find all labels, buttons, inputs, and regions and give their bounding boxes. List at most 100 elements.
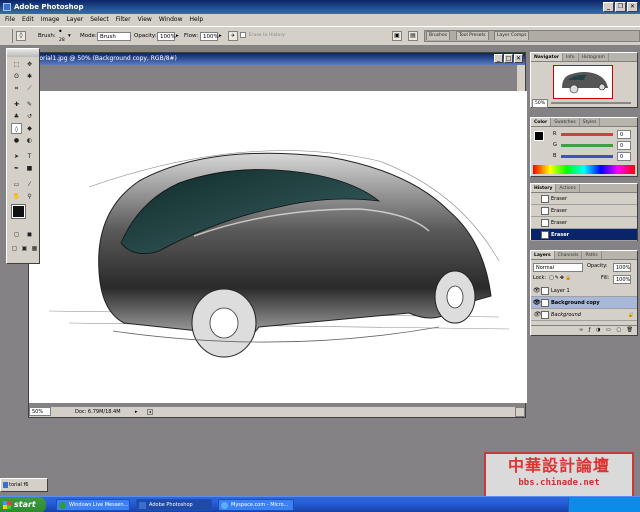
channel-g-slider[interactable] <box>561 144 613 147</box>
opacity-slider-icon[interactable]: ▸ <box>176 27 179 45</box>
history-item[interactable]: Eraser <box>531 205 637 217</box>
palette-toggle-icon[interactable]: ▤ <box>408 31 418 41</box>
menu-file[interactable]: File <box>5 14 15 26</box>
color-fg-swatch[interactable] <box>534 131 544 141</box>
history-item[interactable]: Eraser <box>531 217 637 229</box>
path-selection-tool-icon[interactable]: ➤ <box>11 151 22 162</box>
image-canvas[interactable] <box>29 91 527 403</box>
brush-dropdown-icon[interactable]: ▾ <box>68 27 71 45</box>
history-item[interactable]: Eraser <box>531 193 637 205</box>
lasso-tool-icon[interactable]: ʘ <box>11 71 22 82</box>
close-icon[interactable]: ✕ <box>627 2 638 12</box>
magic-wand-tool-icon[interactable]: ✱ <box>24 71 35 82</box>
pen-tool-icon[interactable]: ✒ <box>11 163 22 174</box>
visibility-eye-icon[interactable]: 👁 <box>533 311 541 318</box>
blend-mode-select[interactable]: Normal <box>533 263 583 272</box>
tab-info[interactable]: Info <box>563 53 579 61</box>
history-item-current[interactable]: Eraser <box>531 229 637 241</box>
doc-maximize-icon[interactable]: □ <box>504 54 513 63</box>
slice-tool-icon[interactable]: ⟋ <box>24 83 35 94</box>
visibility-eye-icon[interactable]: 👁 <box>533 299 541 306</box>
vertical-scrollbar[interactable] <box>517 65 525 91</box>
minimize-icon[interactable]: _ <box>603 2 614 12</box>
channel-b-value[interactable]: 0 <box>617 152 631 161</box>
taskbar-button-messenger[interactable]: Windows Live Messen... <box>56 499 130 511</box>
well-tab-brushes[interactable]: Brushes <box>426 31 451 40</box>
standard-mode-icon[interactable]: ◻ <box>11 229 22 240</box>
flow-input[interactable]: 100% <box>200 32 219 41</box>
scroll-left-icon[interactable]: ◂ <box>147 409 153 415</box>
navigator-thumbnail[interactable] <box>553 65 613 99</box>
blur-tool-icon[interactable]: ● <box>11 135 22 146</box>
move-tool-icon[interactable]: ✥ <box>24 59 35 70</box>
tab-channels[interactable]: Channels <box>555 251 583 259</box>
fill-input[interactable]: 100% <box>613 275 631 284</box>
history-brush-tool-icon[interactable]: ↺ <box>24 111 35 122</box>
airbrush-icon[interactable]: ✈ <box>228 31 238 41</box>
tab-actions[interactable]: Actions <box>556 184 580 192</box>
well-tab-layer-comps[interactable]: Layer Comps <box>494 31 530 40</box>
shape-tool-icon[interactable]: ■ <box>24 163 35 174</box>
menu-image[interactable]: Image <box>41 14 60 26</box>
tab-color[interactable]: Color <box>531 118 552 126</box>
menu-layer[interactable]: Layer <box>66 14 83 26</box>
zoom-level[interactable]: 50% <box>29 407 51 416</box>
tab-swatches[interactable]: Swatches <box>551 118 580 126</box>
visibility-eye-icon[interactable]: 👁 <box>533 287 541 294</box>
minimized-document[interactable]: torial f6 <box>0 478 48 492</box>
brush-tool-icon[interactable]: ✎ <box>24 99 35 110</box>
erase-history-checkbox[interactable] <box>240 32 246 38</box>
doc-minimize-icon[interactable]: _ <box>494 54 503 63</box>
menu-select[interactable]: Select <box>90 14 109 26</box>
color-ramp[interactable] <box>533 165 635 174</box>
lock-options-icon[interactable]: ▢✎✥🔒 <box>549 275 572 281</box>
channel-g-value[interactable]: 0 <box>617 141 631 150</box>
tab-styles[interactable]: Styles <box>580 118 601 126</box>
taskbar-button-browser[interactable]: Myspace.com - Micro... <box>218 499 294 511</box>
menu-view[interactable]: View <box>138 14 152 26</box>
tab-layers[interactable]: Layers <box>531 251 555 259</box>
doc-close-icon[interactable]: ✕ <box>514 54 523 63</box>
menu-help[interactable]: Help <box>190 14 204 26</box>
hand-tool-icon[interactable]: ✋ <box>11 191 22 202</box>
tab-paths[interactable]: Paths <box>582 251 602 259</box>
tab-history[interactable]: History <box>531 184 557 192</box>
resize-grip-icon[interactable] <box>515 407 525 417</box>
file-browser-icon[interactable]: ▣ <box>392 31 402 41</box>
channel-b-slider[interactable] <box>561 155 613 158</box>
mode-select[interactable]: Brush <box>97 32 131 41</box>
flow-slider-icon[interactable]: ▸ <box>219 27 222 45</box>
menu-edit[interactable]: Edit <box>22 14 34 26</box>
eraser-tool-preset-icon[interactable]: ◊ <box>16 31 26 41</box>
layer-row-active[interactable]: 👁 Background copy <box>531 297 637 309</box>
layer-row[interactable]: 👁 Layer 1 <box>531 285 637 297</box>
well-tab-tool-presets[interactable]: Tool Presets <box>456 31 489 40</box>
tab-navigator[interactable]: Navigator <box>531 53 563 61</box>
marquee-tool-icon[interactable]: ⬚ <box>11 59 22 70</box>
quick-mask-icon[interactable]: ◼ <box>24 229 35 240</box>
type-tool-icon[interactable]: T <box>24 151 35 162</box>
layer-row[interactable]: 👁 Background 🔒 <box>531 309 637 321</box>
tab-histogram[interactable]: Histogram <box>579 53 609 61</box>
layers-footer-icons[interactable]: ∞ ƒ ◑ ▭ ▢ 🗑 <box>531 325 637 335</box>
eraser-tool-icon[interactable]: ◊ <box>11 123 22 134</box>
menu-window[interactable]: Window <box>159 14 183 26</box>
opacity-input[interactable]: 100% <box>157 32 176 41</box>
screen-mode-3-icon[interactable]: ▦ <box>29 243 40 254</box>
notes-tool-icon[interactable]: ▭ <box>11 179 22 190</box>
paint-bucket-tool-icon[interactable]: ◆ <box>24 123 35 134</box>
layers-opacity-input[interactable]: 100% <box>613 263 631 272</box>
foreground-color-swatch[interactable] <box>11 204 26 219</box>
healing-brush-tool-icon[interactable]: ✚ <box>11 99 22 110</box>
crop-tool-icon[interactable]: ⌗ <box>11 83 22 94</box>
eyedropper-tool-icon[interactable]: ⁄ <box>24 179 35 190</box>
taskbar-button-photoshop[interactable]: Adobe Photoshop <box>136 499 212 511</box>
channel-r-slider[interactable] <box>561 133 613 136</box>
start-button[interactable]: start <box>0 497 46 512</box>
channel-r-value[interactable]: 0 <box>617 130 631 139</box>
zoom-tool-icon[interactable]: ⚲ <box>24 191 35 202</box>
clone-stamp-tool-icon[interactable]: ♣ <box>11 111 22 122</box>
status-menu-icon[interactable]: ▸ <box>135 407 138 417</box>
navigator-zoom-slider[interactable] <box>551 102 631 104</box>
navigator-zoom[interactable]: 50% <box>532 99 548 108</box>
